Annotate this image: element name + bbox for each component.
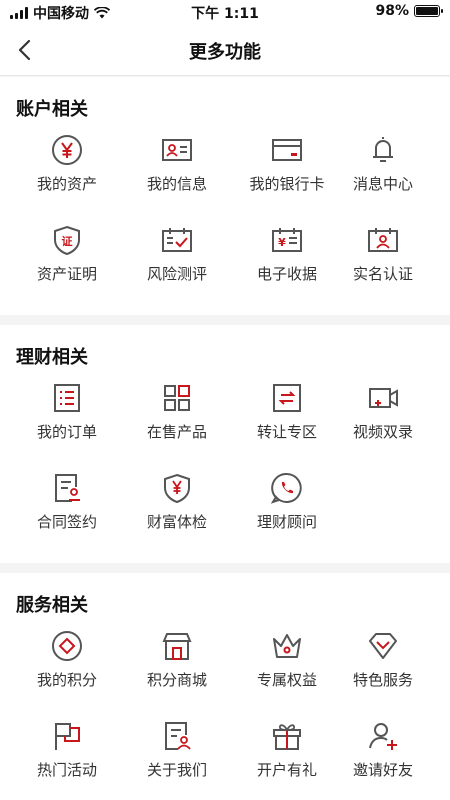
section-wealth: 理财相关 我的订单 在售产品 转让专区 视频双录 合同签约 财富体检 理财顾问 xyxy=(0,325,450,563)
status-bar: 中国移动 下午 1:11 98% xyxy=(0,0,450,24)
item-asset-proof[interactable]: 证 资产证明 xyxy=(12,223,122,303)
video-camera-icon xyxy=(366,381,400,415)
section-service: 服务相关 我的积分 积分商城 专属权益 特色服务 热门活动 关于我们 开户有礼 … xyxy=(0,573,450,800)
item-label: 开户有礼 xyxy=(256,761,317,779)
item-exclusive-rights[interactable]: 专属权益 xyxy=(232,629,342,709)
gem-icon xyxy=(366,629,400,663)
item-label: 财富体检 xyxy=(146,513,207,531)
item-label: 积分商城 xyxy=(146,671,207,689)
item-label: 我的信息 xyxy=(146,175,207,193)
calendar-check-icon xyxy=(160,223,194,257)
item-video-recording[interactable]: 视频双录 xyxy=(328,381,438,461)
svg-text:¥: ¥ xyxy=(278,236,286,249)
gift-icon xyxy=(270,719,304,753)
item-label: 电子收据 xyxy=(256,265,317,283)
bell-icon xyxy=(366,133,400,167)
points-diamond-icon xyxy=(50,629,84,663)
contract-sign-icon xyxy=(50,471,84,505)
item-featured-services[interactable]: 特色服务 xyxy=(328,629,438,709)
about-doc-icon xyxy=(160,719,194,753)
item-e-receipt[interactable]: ¥ 电子收据 xyxy=(232,223,342,303)
grid-apps-icon xyxy=(160,381,194,415)
id-card-icon xyxy=(160,133,194,167)
item-my-info[interactable]: 我的信息 xyxy=(122,133,232,213)
item-hot-events[interactable]: 热门活动 xyxy=(12,719,122,799)
wealth-shield-icon xyxy=(160,471,194,505)
item-my-bank-card[interactable]: 我的银行卡 xyxy=(232,133,342,213)
yen-circle-icon xyxy=(50,133,84,167)
section-title: 理财相关 xyxy=(16,347,88,368)
item-label: 我的银行卡 xyxy=(249,175,325,193)
item-message-center[interactable]: 消息中心 xyxy=(328,133,438,213)
item-wealth-checkup[interactable]: 财富体检 xyxy=(122,471,232,551)
item-risk-assessment[interactable]: 风险测评 xyxy=(122,223,232,303)
transfer-icon xyxy=(270,381,304,415)
item-label: 资产证明 xyxy=(36,265,97,283)
svg-text:证: 证 xyxy=(62,235,73,248)
item-label: 我的资产 xyxy=(36,175,97,193)
battery-percent: 98% xyxy=(375,3,409,19)
realname-calendar-icon xyxy=(366,223,400,257)
section-title: 账户相关 xyxy=(16,99,88,120)
item-label: 理财顾问 xyxy=(256,513,317,531)
item-label: 我的积分 xyxy=(36,671,97,689)
item-label: 特色服务 xyxy=(352,671,413,689)
item-label: 在售产品 xyxy=(146,423,207,441)
bank-card-icon xyxy=(270,133,304,167)
order-list-icon xyxy=(50,381,84,415)
item-my-orders[interactable]: 我的订单 xyxy=(12,381,122,461)
battery-icon xyxy=(414,5,443,17)
item-label: 风险测评 xyxy=(146,265,207,283)
item-label: 专属权益 xyxy=(256,671,317,689)
item-invite-friends[interactable]: 邀请好友 xyxy=(328,719,438,799)
item-realname-auth[interactable]: 实名认证 xyxy=(328,223,438,303)
item-my-points[interactable]: 我的积分 xyxy=(12,629,122,709)
item-products-on-sale[interactable]: 在售产品 xyxy=(122,381,232,461)
item-contract-signing[interactable]: 合同签约 xyxy=(12,471,122,551)
item-about-us[interactable]: 关于我们 xyxy=(122,719,232,799)
item-wealth-advisor[interactable]: 理财顾问 xyxy=(232,471,342,551)
item-my-assets[interactable]: 我的资产 xyxy=(12,133,122,213)
item-account-gift[interactable]: 开户有礼 xyxy=(232,719,342,799)
section-account: 账户相关 我的资产 我的信息 我的银行卡 消息中心 证 资产证明 风险测评 ¥ … xyxy=(0,77,450,315)
item-label: 消息中心 xyxy=(352,175,413,193)
item-transfer-zone[interactable]: 转让专区 xyxy=(232,381,342,461)
certificate-shield-icon: 证 xyxy=(50,223,84,257)
flag-icon xyxy=(50,719,84,753)
receipt-icon: ¥ xyxy=(270,223,304,257)
item-label: 我的订单 xyxy=(36,423,97,441)
nav-bar: 更多功能 xyxy=(0,24,450,76)
item-label: 邀请好友 xyxy=(352,761,413,779)
page-title: 更多功能 xyxy=(189,42,261,63)
item-label: 热门活动 xyxy=(36,761,97,779)
item-label: 实名认证 xyxy=(352,265,413,283)
section-title: 服务相关 xyxy=(16,595,88,616)
item-points-mall[interactable]: 积分商城 xyxy=(122,629,232,709)
item-label: 转让专区 xyxy=(256,423,317,441)
invite-user-icon xyxy=(366,719,400,753)
store-icon xyxy=(160,629,194,663)
crown-icon xyxy=(270,629,304,663)
item-label: 关于我们 xyxy=(146,761,207,779)
phone-chat-icon xyxy=(270,471,304,505)
item-label: 合同签约 xyxy=(36,513,97,531)
item-label: 视频双录 xyxy=(352,423,413,441)
